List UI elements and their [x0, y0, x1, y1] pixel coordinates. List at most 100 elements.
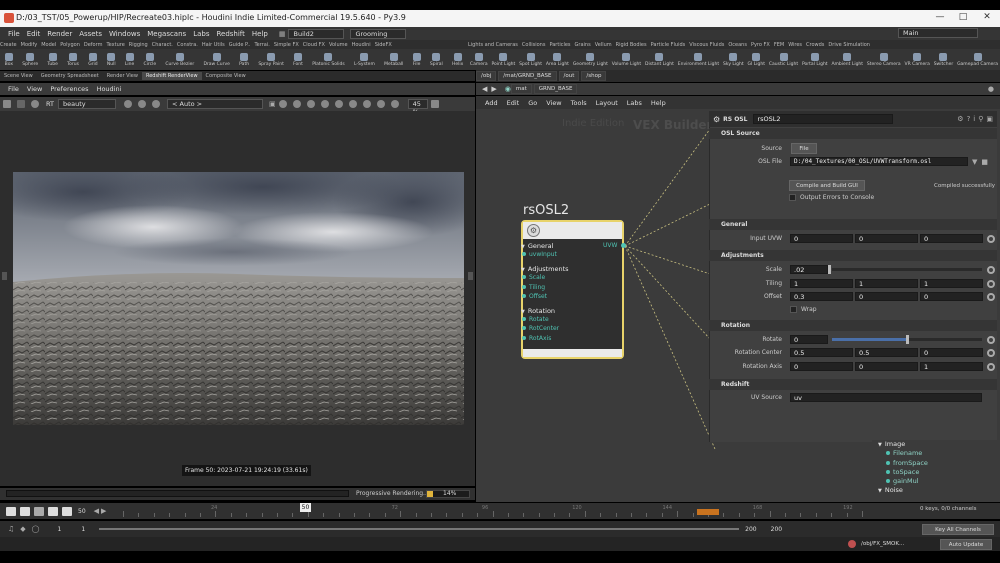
- general-section[interactable]: General: [709, 219, 997, 230]
- pane-tab[interactable]: Composite View: [202, 72, 250, 80]
- input-connector[interactable]: [522, 335, 526, 340]
- network-menu-item[interactable]: Layout: [596, 99, 618, 107]
- tiling-z[interactable]: 1: [920, 279, 983, 288]
- shelf-tab[interactable]: Model: [41, 42, 56, 48]
- shelf-tab[interactable]: Wires: [788, 42, 802, 48]
- network-path-tab[interactable]: /shop: [581, 71, 607, 81]
- shelf-tool[interactable]: Sky Light: [723, 52, 744, 67]
- offset-y[interactable]: 0: [855, 292, 918, 301]
- input-connector[interactable]: [522, 293, 526, 298]
- grid-icon[interactable]: [306, 100, 315, 108]
- shelf-tool[interactable]: Circle: [144, 52, 156, 67]
- shelf-tab[interactable]: Terrai.: [254, 42, 269, 48]
- input-uvw-x[interactable]: 0: [790, 234, 853, 243]
- input-connector[interactable]: [522, 317, 526, 322]
- network-menu-item[interactable]: Edit: [507, 99, 520, 107]
- viewport-left-handle[interactable]: [2, 272, 7, 280]
- input-connector[interactable]: [522, 284, 526, 289]
- rotate-slider-handle[interactable]: [906, 335, 909, 344]
- rotcenter-z[interactable]: 0: [920, 348, 983, 357]
- pin-icon[interactable]: ●: [988, 85, 994, 93]
- file-browse-icon[interactable]: ■: [981, 158, 988, 166]
- shelf-tool[interactable]: VR Camera: [905, 52, 930, 67]
- shelf-tool[interactable]: Line: [125, 52, 134, 67]
- shelf-tab[interactable]: Constra.: [177, 42, 198, 48]
- network-menu-item[interactable]: View: [546, 99, 561, 107]
- rotate-field[interactable]: 0: [790, 335, 828, 344]
- menu-edit[interactable]: Edit: [27, 30, 41, 38]
- path-node[interactable]: GRND_BASE: [533, 84, 578, 94]
- shelf-tab[interactable]: Collisions: [522, 42, 546, 48]
- shelf-tab[interactable]: Lights and Cameras: [468, 42, 518, 48]
- shelf-tool[interactable]: Area Light: [546, 52, 569, 67]
- shelf-tab[interactable]: Charact.: [152, 42, 173, 48]
- range-start-2[interactable]: 1: [81, 526, 85, 533]
- osl-file-field[interactable]: D:/04_Textures/00_OSL/UVWTransform.osl: [790, 157, 968, 166]
- node-input[interactable]: Tiling: [521, 284, 601, 293]
- zoom-field[interactable]: 45 %: [407, 99, 428, 116]
- render-icon[interactable]: [3, 100, 11, 108]
- shelf-tool[interactable]: Portal Light: [802, 52, 828, 67]
- shelf-tab[interactable]: Texture: [106, 42, 124, 48]
- menu-megascans[interactable]: Megascans: [147, 30, 186, 38]
- realtime-icon[interactable]: ◯: [32, 525, 40, 533]
- path-obj[interactable]: mat: [510, 84, 532, 94]
- menu-render[interactable]: Render: [47, 30, 72, 38]
- rotate-gear-icon[interactable]: [987, 335, 995, 344]
- shelf-tool[interactable]: Spray Paint: [258, 52, 284, 67]
- shelf-tool[interactable]: Caustic Light: [769, 52, 798, 67]
- list-item[interactable]: toSpace: [886, 468, 1000, 477]
- network-menu-item[interactable]: Help: [651, 99, 666, 107]
- play-icon[interactable]: [48, 506, 58, 516]
- go-start-icon[interactable]: [6, 506, 16, 516]
- rotation-section[interactable]: Rotation: [709, 320, 997, 331]
- output-connector[interactable]: [621, 243, 626, 248]
- exposure-icon[interactable]: [152, 100, 161, 108]
- shelf-tool[interactable]: Curve Bezier: [165, 52, 194, 67]
- menu-file[interactable]: File: [8, 30, 20, 38]
- shelf-tab[interactable]: SideFX: [375, 42, 392, 48]
- shelf-tab[interactable]: Pyro FX: [751, 42, 770, 48]
- offset-z[interactable]: 0: [920, 292, 983, 301]
- shelf-tab[interactable]: Grains: [575, 42, 591, 48]
- stats-icon[interactable]: [390, 100, 399, 108]
- menu-help[interactable]: Help: [252, 30, 268, 38]
- shelf-tab[interactable]: Cloud FX: [303, 42, 325, 48]
- node-input[interactable]: Rotate: [521, 316, 601, 325]
- scale-slider-handle[interactable]: [828, 265, 831, 274]
- main-desktop-dropdown[interactable]: Main: [898, 28, 978, 38]
- range-slider[interactable]: [99, 528, 740, 530]
- shelf-tool[interactable]: File: [412, 52, 421, 67]
- shelf-tab[interactable]: Deform: [84, 42, 103, 48]
- shelf-tool[interactable]: Point Light: [491, 52, 515, 67]
- rotcenter-x[interactable]: 0.5: [790, 348, 853, 357]
- rotcenter-gear-icon[interactable]: [987, 348, 995, 357]
- render-menu-item[interactable]: View: [27, 85, 42, 93]
- node-input[interactable]: Scale: [521, 274, 601, 283]
- shelf-tab[interactable]: Particles: [549, 42, 570, 48]
- pane-tab[interactable]: Geometry Spreadsheet: [37, 72, 103, 80]
- list-item[interactable]: Filename: [886, 449, 1000, 458]
- rotaxis-x[interactable]: 0: [790, 362, 853, 371]
- gear-icon[interactable]: ⚙: [957, 115, 963, 123]
- shelf-tab[interactable]: Rigging: [129, 42, 148, 48]
- input-uvw-gear-icon[interactable]: [987, 234, 995, 243]
- shelf-tab[interactable]: Simple FX: [274, 42, 299, 48]
- network-menu-item[interactable]: Labs: [627, 99, 642, 107]
- input-uvw-y[interactable]: 0: [855, 234, 918, 243]
- shelf-tab[interactable]: Vellum: [595, 42, 612, 48]
- viewport-right-handle[interactable]: [468, 272, 473, 280]
- shelf-tool[interactable]: Camera: [470, 52, 488, 67]
- rotcenter-y[interactable]: 0.5: [855, 348, 918, 357]
- color-icon[interactable]: [124, 100, 133, 108]
- shelf-tab[interactable]: Hair Utils: [202, 42, 225, 48]
- network-path-tab[interactable]: /out: [558, 71, 580, 81]
- shelf-tool[interactable]: Draw Curve: [203, 52, 230, 67]
- input-connector[interactable]: [522, 326, 526, 331]
- range-start[interactable]: 1: [58, 526, 62, 533]
- scale-gear-icon[interactable]: [987, 265, 995, 274]
- shelf-tab[interactable]: Guide P..: [229, 42, 251, 48]
- node-name-field[interactable]: rsOSL2: [753, 114, 894, 124]
- list-header-noise[interactable]: ▼ Noise: [878, 486, 1000, 495]
- range-end[interactable]: 200: [745, 526, 756, 533]
